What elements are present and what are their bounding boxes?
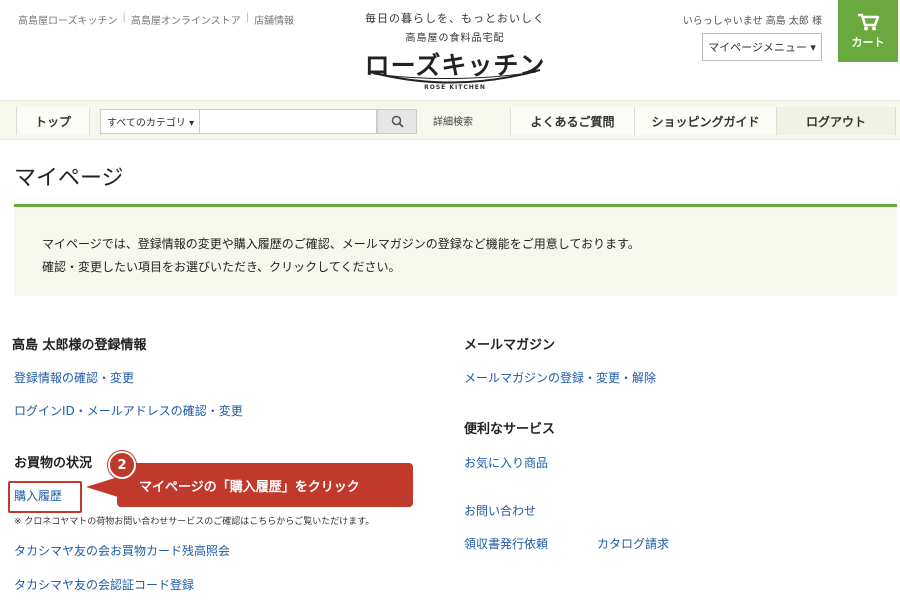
nav-faq[interactable]: よくあるご質問 [510,107,634,135]
cart-icon [858,13,879,30]
callout-text: マイページの「購入履歴」をクリック [139,479,360,495]
callout-step-number: 2 [108,451,136,479]
category-select[interactable]: すべてのカテゴリ ▾ [100,109,200,134]
cart-button[interactable]: カート [838,0,898,62]
nav-top[interactable]: トップ [16,107,90,135]
intro-text-line2: 確認・変更したい項目をお選びいただき、クリックしてください。 [42,260,401,274]
cart-label: カート [851,35,885,49]
search-input[interactable] [200,109,377,134]
login-id-email-link[interactable]: ログインID・メールアドレスの確認・変更 [14,402,243,419]
search-icon [391,115,404,128]
header-links: 高島屋ローズキッチン | 高島屋オンラインストア | 店舗情報 [18,12,294,27]
global-nav: トップ すべてのカテゴリ ▾ 詳細検索 よくあるご質問 ショッピングガイド ログ… [0,100,900,140]
header-link-rose-kitchen[interactable]: 高島屋ローズキッチン [18,12,118,27]
search-button[interactable] [377,109,417,134]
callout-arrow [86,477,118,497]
nav-logout[interactable]: ログアウト [776,107,896,135]
newsletter-link[interactable]: メールマガジンの登録・変更・解除 [464,369,656,386]
logo-subtext: ROSE KITCHEN [424,84,486,91]
separator: | [122,12,126,23]
separator: | [245,12,250,23]
purchase-history-link[interactable]: 購入履歴 [14,487,62,504]
site-logo[interactable]: 毎日の暮らしを、もっとおいしく 高島屋の食料品宅配 ローズキッチン ROSE K… [360,10,550,91]
header-link-online-store[interactable]: 高島屋オンラインストア [131,12,241,27]
catalog-request-link[interactable]: カタログ請求 [597,535,669,552]
mypage-menu-button[interactable]: マイページメニュー ▾ [702,33,822,61]
newsletter-heading: メールマガジン [464,338,556,353]
user-greeting: いらっしゃいませ 高島 太郎 様 [682,16,822,27]
intro-text-line1: マイページでは、登録情報の変更や購入履歴のご確認、メールマガジンの登録など機能を… [42,237,640,251]
favorites-link[interactable]: お気に入り商品 [464,454,548,471]
shopping-status-heading: お買物の状況 [14,456,93,471]
intro-box: マイページでは、登録情報の変更や購入履歴のご確認、メールマガジンの登録など機能を… [14,204,897,296]
callout-bubble: マイページの「購入履歴」をクリック [117,463,413,507]
nav-shopping-guide[interactable]: ショッピングガイド [634,107,776,135]
registration-info-link[interactable]: 登録情報の確認・変更 [14,369,134,386]
services-heading: 便利なサービス [464,422,556,437]
card-balance-link[interactable]: タカシマヤ友の会お買物カード残高照会 [14,542,230,559]
page-title: マイページ [14,166,124,191]
logo-subtagline: 高島屋の食料品宅配 [405,33,505,44]
registration-heading: 高島 太郎様の登録情報 [12,338,147,353]
yamato-note: ※ クロネコヤマトの荷物お問い合わせサービスのご確認はこちらからご覧いただけます… [14,517,375,527]
advanced-search-link[interactable]: 詳細検索 [433,113,473,128]
receipt-request-link[interactable]: 領収書発行依頼 [464,535,548,552]
logo-tagline: 毎日の暮らしを、もっとおいしく [365,12,545,25]
contact-link[interactable]: お問い合わせ [464,502,536,519]
header-link-store-info[interactable]: 店舗情報 [254,12,294,27]
auth-code-link[interactable]: タカシマヤ友の会認証コード登録 [14,576,194,593]
